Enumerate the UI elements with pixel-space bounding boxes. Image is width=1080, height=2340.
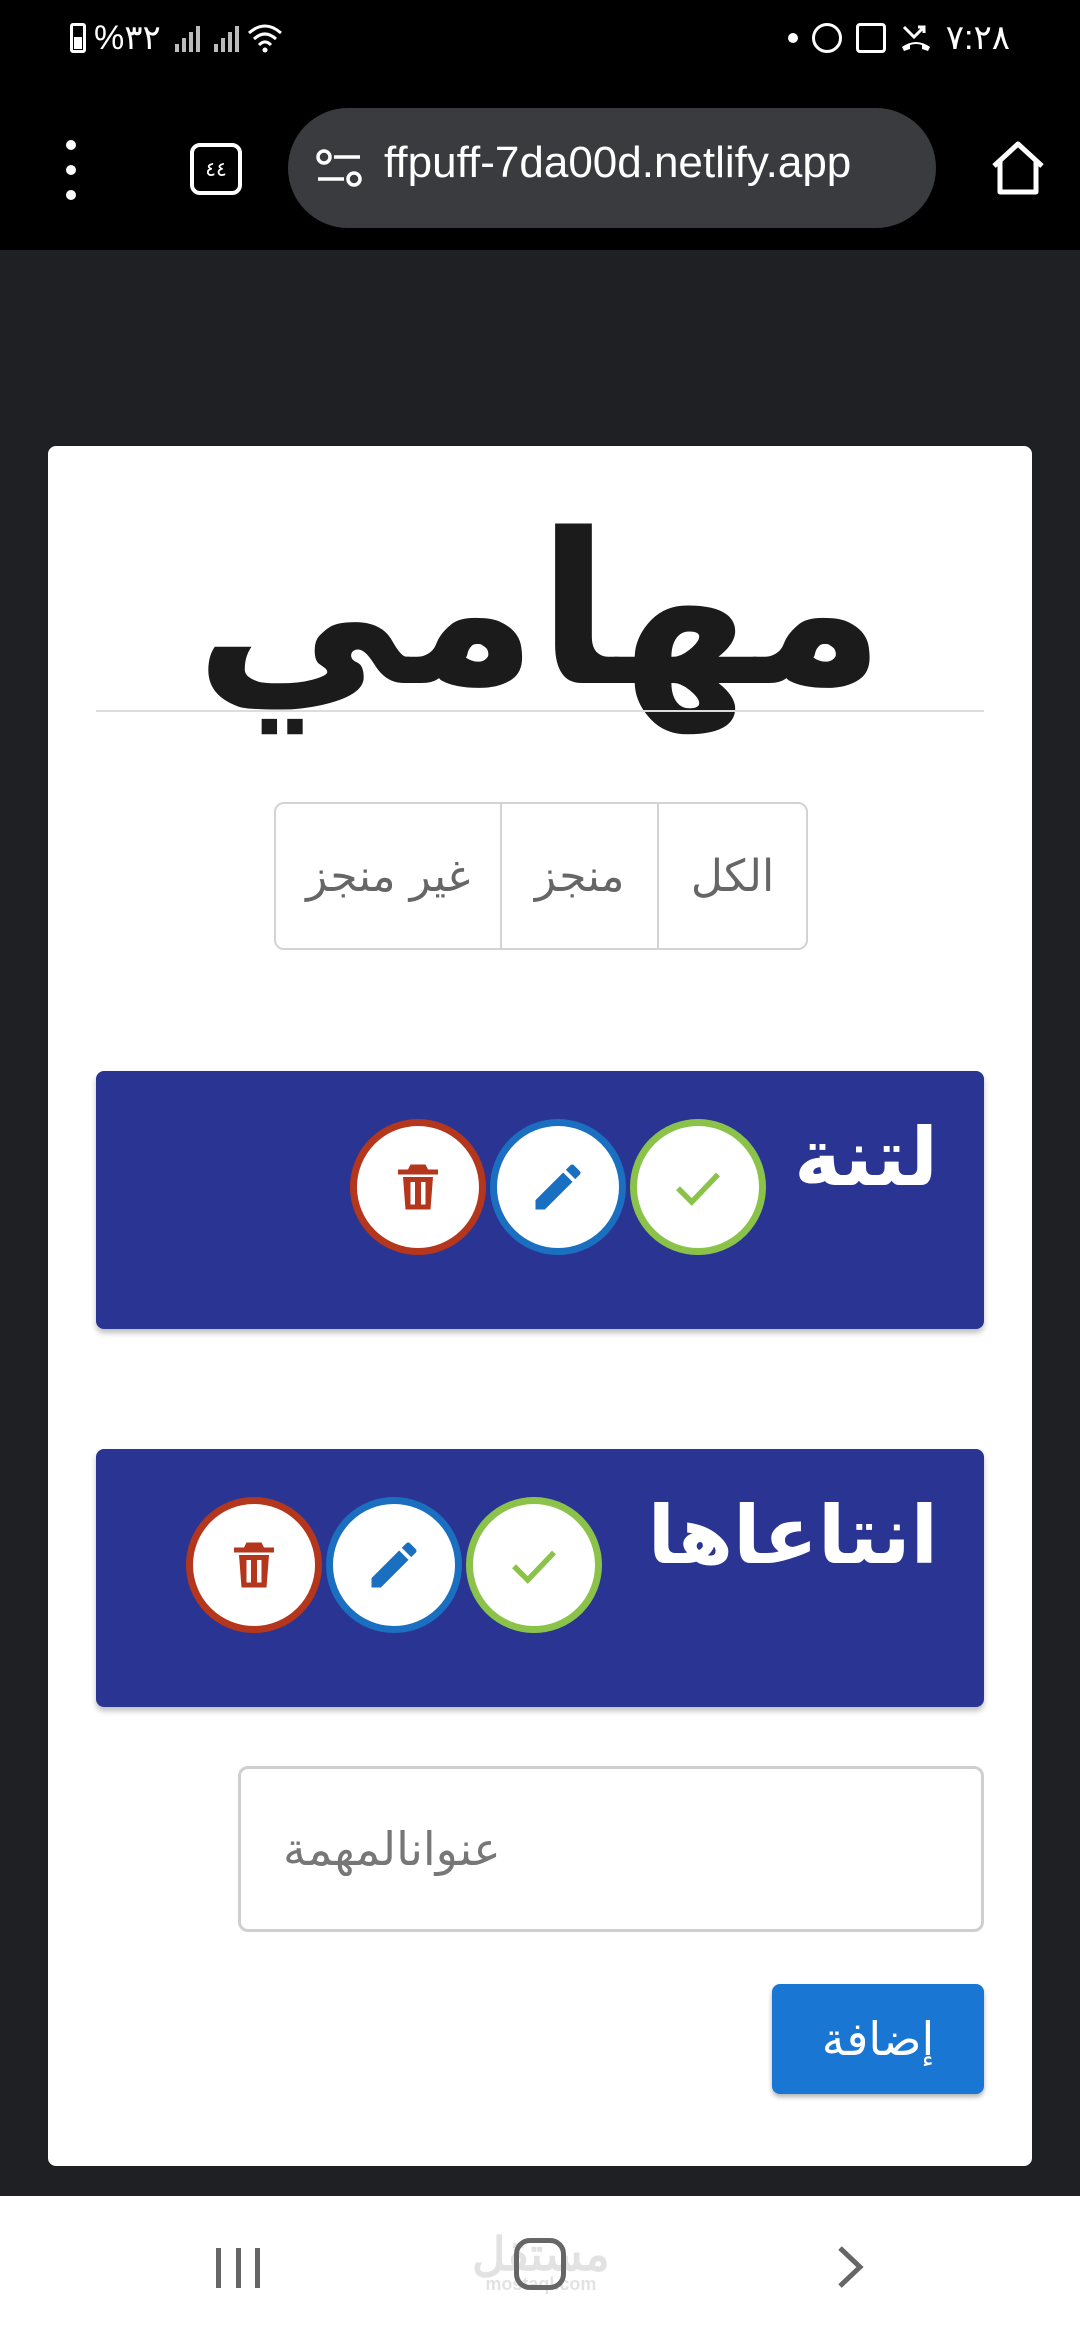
wifi-icon <box>247 24 282 53</box>
clock: ٧:٢٨ <box>945 19 1010 57</box>
check-icon <box>676 1172 720 1206</box>
trash-icon <box>234 1542 274 1588</box>
pencil-icon <box>535 1164 581 1210</box>
system-nav-bar: مستقل mostaql.com <box>0 2196 1080 2340</box>
edit-button[interactable] <box>490 1119 626 1255</box>
missed-call-icon <box>901 25 930 51</box>
task-card: لتنة <box>96 1071 984 1329</box>
task-actions <box>186 1497 602 1633</box>
home-button-icon[interactable] <box>514 2238 566 2290</box>
task-title-input[interactable] <box>238 1766 984 1932</box>
task-title: انتاعاها <box>647 1489 938 1582</box>
edit-button[interactable] <box>326 1497 462 1633</box>
complete-button[interactable] <box>466 1497 602 1633</box>
home-icon[interactable] <box>986 136 1050 200</box>
pencil-icon <box>371 1542 417 1588</box>
whatsapp-icon <box>811 23 842 53</box>
gallery-icon <box>855 23 886 53</box>
task-card: انتاعاها <box>96 1449 984 1707</box>
tab-switcher-button[interactable]: ٤٤ <box>190 143 242 195</box>
filter-not-done-button[interactable]: غير منجز <box>276 804 500 948</box>
check-icon <box>512 1550 556 1584</box>
more-menu-icon[interactable] <box>56 140 86 200</box>
status-bar: %٣٢ ٧:٢٨ <box>0 0 1080 88</box>
task-title: لتنة <box>794 1111 938 1204</box>
browser-toolbar: ٤٤ ffpuff-7da00d.netlify.app <box>0 88 1080 250</box>
back-chevron-icon[interactable] <box>826 2242 872 2292</box>
page-title: مهامي <box>195 488 885 733</box>
status-left: %٣٢ <box>70 18 283 58</box>
url-text: ffpuff-7da00d.netlify.app <box>384 138 852 187</box>
filter-toggle-group: الكل منجز غير منجز <box>274 802 808 950</box>
address-bar[interactable]: ffpuff-7da00d.netlify.app <box>288 108 936 228</box>
title-divider <box>96 710 984 712</box>
recent-apps-icon[interactable] <box>216 2248 260 2288</box>
delete-button[interactable] <box>186 1497 322 1633</box>
add-task-button[interactable]: إضافة <box>772 1984 984 2094</box>
status-right: ٧:٢٨ <box>787 18 1010 58</box>
signal-icon <box>174 24 200 52</box>
delete-button[interactable] <box>350 1119 486 1255</box>
signal-icon-2 <box>213 24 239 52</box>
battery-level: %٣٢ <box>94 19 161 57</box>
complete-button[interactable] <box>630 1119 766 1255</box>
filter-all-button[interactable]: الكل <box>657 804 806 948</box>
todo-card: مهامي الكل منجز غير منجز لتنة انتاعاها ع… <box>48 446 1032 2166</box>
battery-icon <box>70 23 86 53</box>
task-actions <box>350 1119 766 1255</box>
site-settings-icon[interactable] <box>314 148 364 188</box>
trash-icon <box>398 1164 438 1210</box>
filter-done-button[interactable]: منجز <box>500 804 657 948</box>
tab-count: ٤٤ <box>205 157 227 181</box>
notification-dot-icon <box>787 33 798 43</box>
